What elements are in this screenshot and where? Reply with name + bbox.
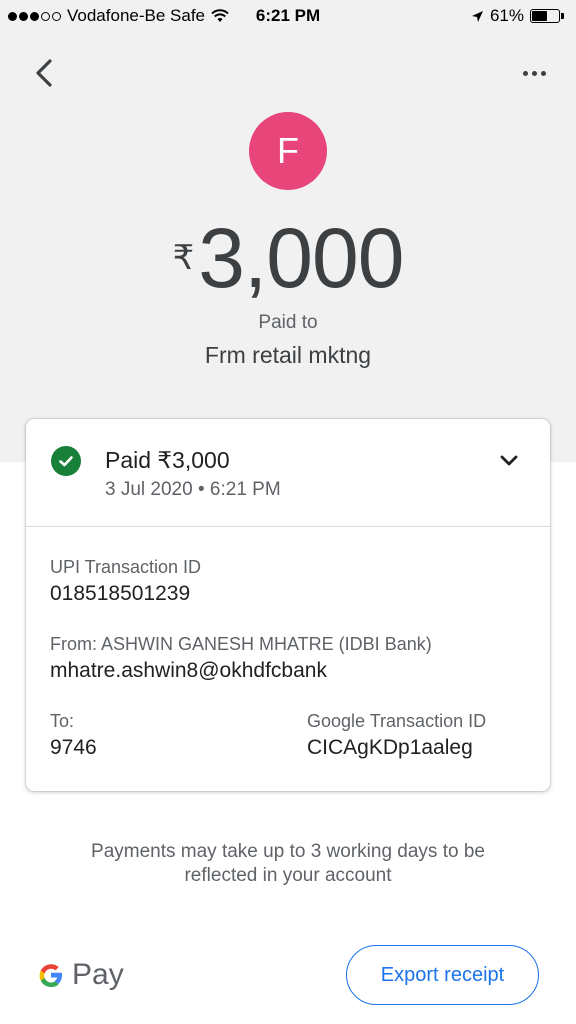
from-account-value: mhatre.ashwin8@okhdfcbank: [50, 659, 327, 682]
processing-notice: Payments may take up to 3 working days t…: [91, 841, 485, 886]
more-options-button[interactable]: [518, 62, 550, 84]
google-transaction-id-label: Google Transaction ID: [307, 711, 487, 731]
status-right: 61%: [471, 6, 564, 26]
to-label: To:: [50, 711, 75, 731]
battery-icon: [530, 9, 560, 23]
battery-percent: 61%: [489, 6, 524, 25]
currency-symbol: ₹: [172, 239, 195, 277]
upi-transaction-id-value: 018518501239: [50, 582, 191, 605]
expand-toggle[interactable]: [498, 453, 520, 469]
google-pay-text: Pay: [72, 958, 124, 991]
transaction-datetime: 3 Jul 2020 • 6:21 PM: [105, 479, 281, 500]
battery-tip: [561, 13, 564, 19]
upi-transaction-id-label: UPI Transaction ID: [50, 557, 202, 577]
check-circle-icon: [51, 446, 81, 476]
status-bar: Vodafone-Be Safe 6:21 PM 61%: [0, 0, 576, 34]
amount-value: 3,000: [198, 211, 404, 305]
export-receipt-button[interactable]: Export receipt: [346, 945, 539, 1005]
chevron-left-icon: [36, 59, 52, 87]
more-horizontal-icon: [522, 70, 528, 76]
payee-name: Frm retail mktng: [204, 342, 372, 368]
transaction-details-card: Paid ₹3,000 3 Jul 2020 • 6:21 PM UPI Tra…: [26, 419, 550, 791]
google-g-icon: [39, 964, 62, 987]
to-value: 9746: [50, 736, 97, 759]
chevron-down-icon: [500, 455, 518, 466]
transaction-summary[interactable]: Paid ₹3,000 3 Jul 2020 • 6:21 PM: [26, 419, 550, 527]
transaction-time: 6:21 PM: [209, 479, 281, 500]
from-account-label: From: ASHWIN GANESH MHATRE (IDBI Bank): [50, 634, 432, 654]
payment-amount: ₹3,000: [0, 210, 576, 307]
google-pay-logo: Pay: [36, 958, 124, 992]
payee-avatar: F: [249, 112, 327, 190]
location-arrow-icon: [471, 10, 483, 22]
paid-to-label: Paid to: [258, 312, 318, 333]
google-transaction-id-value: CICAgKDp1aaleg: [307, 736, 473, 759]
back-button[interactable]: [28, 56, 62, 90]
transaction-status: Paid ₹3,000: [105, 447, 230, 473]
transaction-date: 3 Jul 2020: [105, 479, 193, 500]
